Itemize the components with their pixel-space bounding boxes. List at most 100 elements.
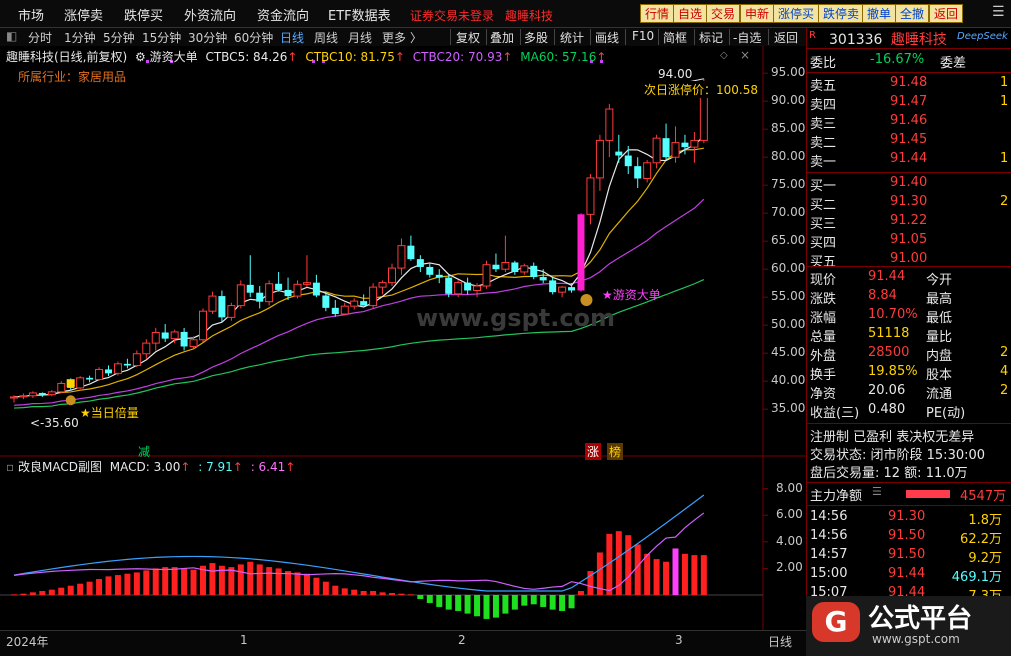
cancel-order-button[interactable]: 撤单 (862, 4, 897, 23)
bid-row[interactable]: 买二 91.30 2 (810, 194, 1010, 213)
watchlist-button[interactable]: 自选 (673, 4, 708, 23)
book-label: 卖三 (810, 117, 837, 132)
stat-label: 涨幅 (810, 311, 837, 326)
panel-toggle-icon[interactable]: ◧ (6, 29, 17, 43)
back-button[interactable]: 返回 (929, 4, 964, 23)
draw-line-button[interactable]: 画线 (595, 29, 619, 46)
menu-etf-table[interactable]: ETF数据表 (328, 5, 391, 24)
tab-60min[interactable]: 60分钟 (234, 29, 273, 46)
price-tick: 75.00 (771, 177, 806, 192)
ask-row[interactable]: 卖五 91.48 1 (810, 75, 1010, 94)
quote-button[interactable]: 行情 (640, 4, 675, 23)
tab-5min[interactable]: 5分钟 (103, 29, 135, 46)
after-hours: 盘后交易量: 12 额: 11.0万 (810, 466, 968, 481)
tab-1min[interactable]: 1分钟 (64, 29, 96, 46)
chart-back-button[interactable]: 返回 (774, 29, 798, 46)
candle-body (577, 214, 585, 291)
menu-icon[interactable]: ☰ (992, 4, 1005, 20)
settings-gear-icon[interactable]: ⚙ (135, 50, 146, 64)
kline-chart[interactable] (0, 46, 806, 630)
more-chevron-icon[interactable]: 〉 (410, 29, 422, 46)
candle-body (426, 266, 434, 275)
ipo-button[interactable]: 申新 (740, 4, 775, 23)
limit-up-buy-button[interactable]: 涨停买 (773, 4, 820, 23)
macd-bar (681, 553, 688, 595)
stat-label-2: 股本 (926, 368, 953, 383)
mark-button[interactable]: 标记 (699, 29, 723, 46)
menu-foreign-flow[interactable]: 外资流向 (184, 5, 236, 24)
next-limit-label: 次日涨停价：100.58 (644, 81, 758, 98)
macd-bar (29, 592, 36, 595)
ma60-line (13, 278, 705, 409)
tab-30min[interactable]: 30分钟 (188, 29, 227, 46)
book-label: 买一 (810, 179, 837, 194)
book-price: 91.46 (890, 113, 928, 128)
stat-value: 20.06 (868, 383, 906, 398)
limit-down-sell-button[interactable]: 跌停卖 (818, 4, 865, 23)
main-flow-row: 主力净额 ☰ 4547万 (810, 485, 1007, 504)
diamond-icon[interactable]: ◇ (720, 50, 728, 61)
candle-body (445, 277, 453, 294)
multi-stock-button[interactable]: 多股 (524, 29, 548, 46)
candle-body (312, 282, 320, 296)
book-price: 91.44 (890, 151, 928, 166)
low-price-label: <-35.60 (30, 416, 79, 430)
dea-value: : 6.41 (250, 460, 286, 474)
menu-market[interactable]: 市场 (18, 5, 44, 24)
candle-body (170, 331, 179, 340)
watermark: www.gspt.com (416, 304, 616, 332)
macd-title[interactable]: 改良MACD副图 (18, 460, 102, 474)
tab-intraday[interactable]: 分时 (28, 29, 52, 46)
menu-limit-down-buy[interactable]: 跌停买 (124, 5, 163, 24)
stat-label-2: PE(动) (926, 406, 966, 421)
adjust-button[interactable]: 复权 (456, 29, 480, 46)
tab-monthly[interactable]: 月线 (348, 29, 372, 46)
stat-label-2: 流通 (926, 387, 953, 402)
simple-frame-button[interactable]: 简框 (663, 29, 687, 46)
r-badge-icon: R (809, 30, 816, 41)
candle-body (28, 392, 37, 397)
macd-bar (549, 595, 556, 610)
tab-weekly[interactable]: 周线 (314, 29, 338, 46)
macd-bar (266, 567, 273, 595)
trade-button[interactable]: 交易 (706, 4, 741, 23)
macd-bar (389, 593, 395, 595)
macd-bar (455, 595, 462, 611)
close-icon[interactable]: × (740, 48, 750, 62)
book-price: 91.47 (890, 94, 928, 109)
kline-chart-panel[interactable]: 趣睡科技(日线,前复权) ⚙ 游资大单 CTBC5: 84.26↑ CTBC10… (0, 46, 806, 630)
tab-more[interactable]: 更多 (382, 29, 406, 46)
macd-bar (360, 591, 367, 595)
overlay-button[interactable]: 叠加 (490, 29, 514, 46)
remove-watchlist-button[interactable]: -自选 (733, 29, 761, 46)
ask-row[interactable]: 卖二 91.45 (810, 132, 1010, 151)
stats-row: 收益(三) 0.480 PE(动) (810, 402, 1010, 421)
tab-15min[interactable]: 15分钟 (142, 29, 181, 46)
f10-button[interactable]: F10 (632, 29, 654, 43)
ask-row[interactable]: 卖一 91.44 1 (810, 151, 1010, 170)
menu-capital-flow[interactable]: 资金流向 (257, 5, 309, 24)
ask-row[interactable]: 卖四 91.47 1 (810, 94, 1010, 113)
tick-row: 14:57 91.50 9.2万 (810, 547, 1010, 566)
bid-row[interactable]: 买一 91.40 (810, 175, 1010, 194)
macd-bar (700, 555, 707, 595)
stat-value: 8.84 (868, 288, 897, 303)
macd-bar (644, 553, 651, 595)
menu-limit-up-sell[interactable]: 涨停卖 (64, 5, 103, 24)
ask-row[interactable]: 卖三 91.46 (810, 113, 1010, 132)
indicator-name[interactable]: 游资大单 (150, 50, 198, 64)
macd-bar (663, 561, 670, 595)
cancel-all-button[interactable]: 全撤 (895, 4, 930, 23)
statistics-button[interactable]: 统计 (560, 29, 584, 46)
login-status[interactable]: 证券交易未登录 (410, 7, 494, 24)
macd-toggle-icon[interactable]: ▫ (6, 460, 14, 474)
candle-body (246, 284, 254, 293)
bid-row[interactable]: 买四 91.05 (810, 232, 1010, 251)
bid-row[interactable]: 买五 91.00 (810, 251, 1010, 270)
tab-daily[interactable]: 日线 (280, 29, 304, 46)
macd-bar (247, 561, 254, 595)
bid-row[interactable]: 买三 91.22 (810, 213, 1010, 232)
price-tick: 95.00 (771, 65, 806, 80)
book-price: 91.45 (890, 132, 928, 147)
price-tick: 65.00 (771, 233, 806, 248)
